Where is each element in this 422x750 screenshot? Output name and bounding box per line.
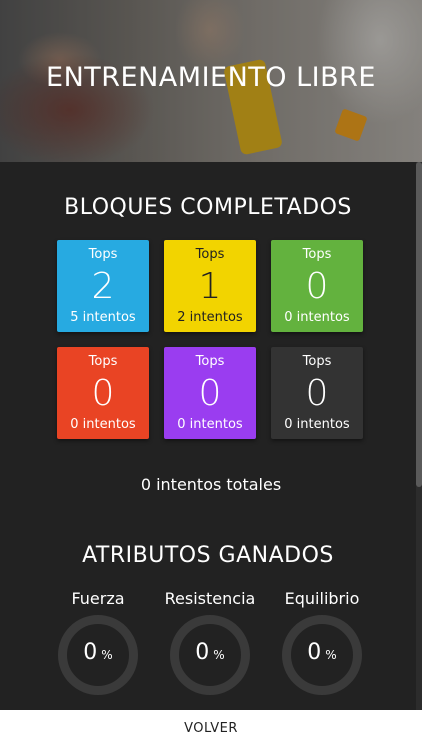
attribute-progress-ring-balance: 0% [282, 615, 362, 695]
tile-attempts: 0 intentos [177, 417, 243, 432]
tile-tops-count: 1 [198, 266, 222, 307]
tile-label: Tops [195, 247, 225, 262]
tile-attempts: 2 intentos [177, 310, 243, 325]
tile-red: Tops 0 0 intentos [57, 347, 149, 439]
tile-attempts: 0 intentos [284, 310, 350, 325]
page-title: ENTRENAMIENTO LIBRE [46, 62, 376, 93]
tile-attempts: 0 intentos [70, 417, 136, 432]
tile-label: Tops [88, 247, 118, 262]
tile-yellow: Tops 1 2 intentos [164, 240, 256, 332]
tile-blue: Tops 2 5 intentos [57, 240, 149, 332]
tile-label: Tops [302, 247, 332, 262]
attribute-unit: % [213, 648, 225, 662]
blocks-section-title: BLOQUES COMPLETADOS [64, 195, 352, 220]
tile-green: Tops 0 0 intentos [271, 240, 363, 332]
back-button[interactable]: VOLVER [184, 721, 238, 736]
attribute-name-strength: Fuerza [71, 589, 125, 608]
hero-banner: ENTRENAMIENTO LIBRE [0, 0, 422, 162]
attribute-number: 0 [195, 640, 210, 665]
attribute-unit: % [101, 648, 113, 662]
tile-attempts: 5 intentos [70, 310, 136, 325]
tile-attempts: 0 intentos [284, 417, 350, 432]
tile-label: Tops [88, 354, 118, 369]
tile-tops-count: 0 [198, 373, 222, 414]
tile-tops-count: 2 [91, 266, 115, 307]
tile-label: Tops [195, 354, 225, 369]
bottom-bar: VOLVER [0, 710, 422, 750]
attribute-value: 0% [291, 640, 353, 665]
scrollbar-thumb[interactable] [416, 162, 422, 487]
attribute-value: 0% [67, 640, 129, 665]
attributes-section-title: ATRIBUTOS GANADOS [82, 543, 334, 568]
attribute-value: 0% [179, 640, 241, 665]
attribute-number: 0 [83, 640, 98, 665]
attribute-progress-ring-strength: 0% [58, 615, 138, 695]
attribute-number: 0 [307, 640, 322, 665]
tile-label: Tops [302, 354, 332, 369]
attribute-progress-ring-endurance: 0% [170, 615, 250, 695]
tile-tops-count: 0 [305, 266, 329, 307]
total-attempts: 0 intentos totales [140, 475, 282, 494]
attribute-name-balance: Equilibrio [284, 589, 360, 608]
attribute-name-endurance: Resistencia [164, 589, 256, 608]
tile-purple: Tops 0 0 intentos [164, 347, 256, 439]
tile-tops-count: 0 [91, 373, 115, 414]
tile-tops-count: 0 [305, 373, 329, 414]
scrollbar[interactable] [416, 162, 422, 710]
tile-black: Tops 0 0 intentos [271, 347, 363, 439]
attribute-unit: % [325, 648, 337, 662]
